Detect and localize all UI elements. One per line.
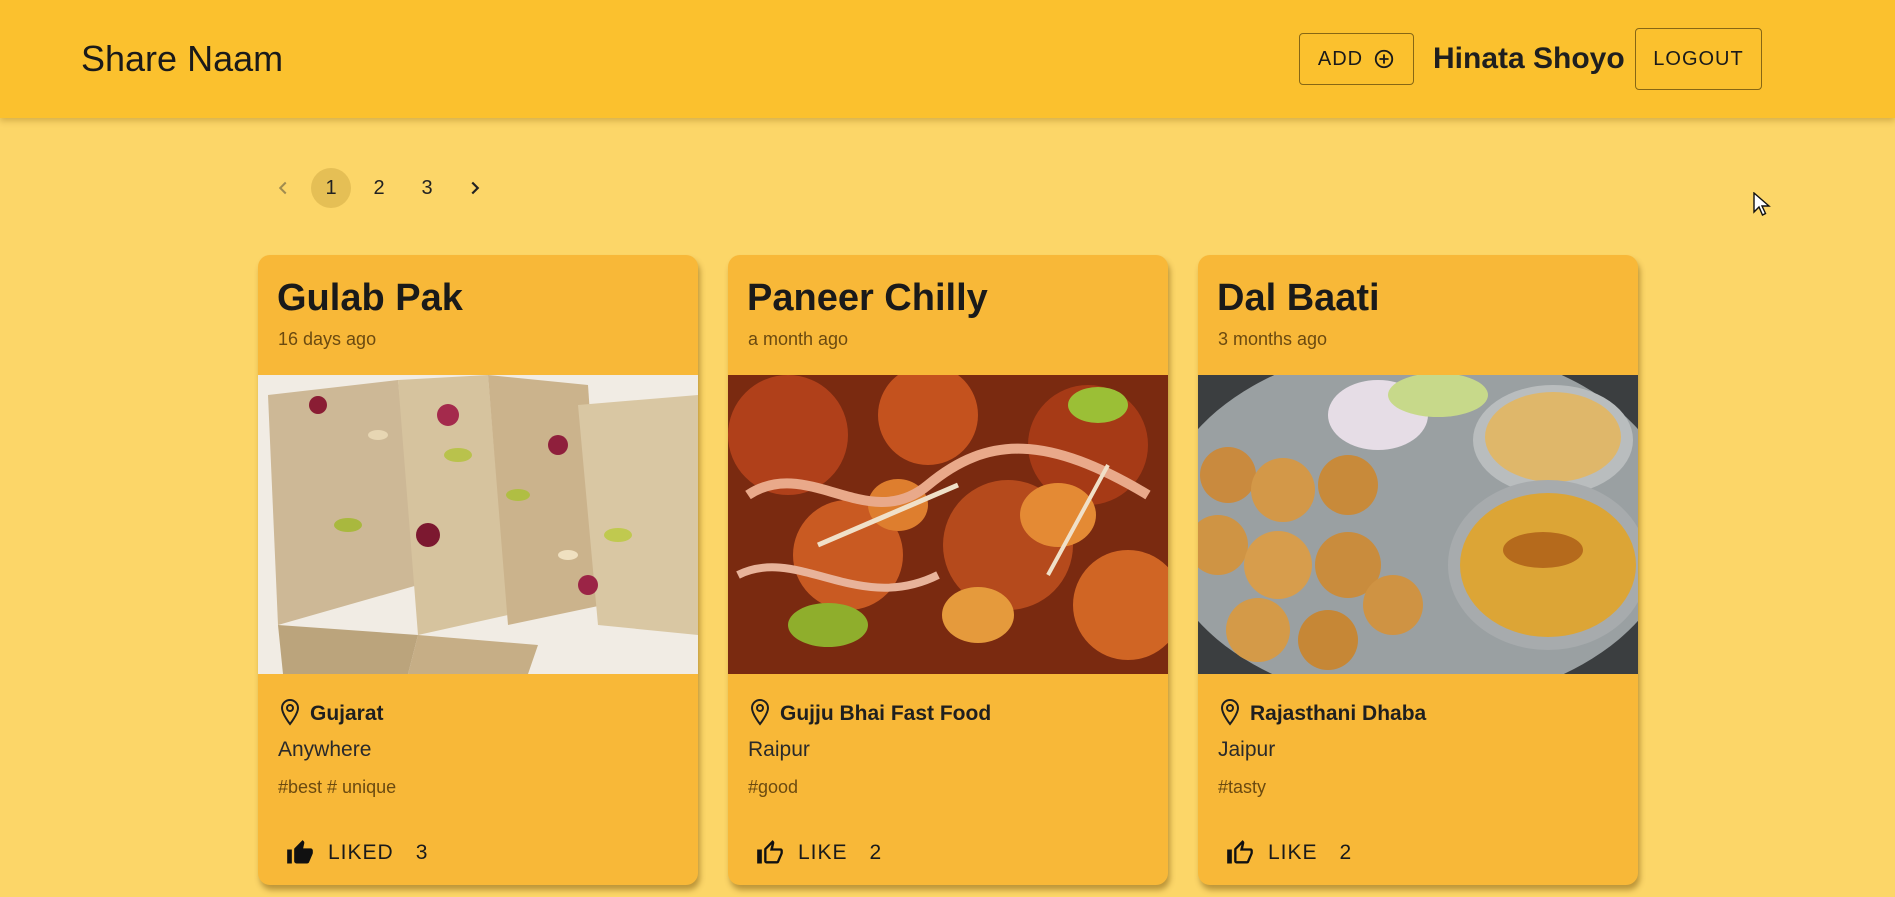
- location-pin-icon: [1220, 698, 1240, 726]
- next-page-button[interactable]: [455, 168, 495, 208]
- thumb-up-filled-icon: [287, 840, 313, 864]
- page-button-3[interactable]: 3: [407, 168, 447, 208]
- mouse-cursor-icon: [1753, 192, 1771, 216]
- place-name: Rajasthani Dhaba: [1250, 702, 1427, 725]
- user-name: Hinata Shoyo: [1433, 42, 1625, 75]
- city-name: Jaipur: [1218, 738, 1276, 761]
- food-image: [728, 375, 1168, 674]
- food-image: [1198, 375, 1638, 674]
- like-count: 3: [415, 841, 429, 864]
- thumb-up-outline-icon: [1227, 840, 1253, 864]
- post-time: 16 days ago: [278, 329, 377, 349]
- like-count: 2: [1339, 841, 1353, 864]
- post-tags: #tasty: [1218, 777, 1267, 797]
- place-name: Gujju Bhai Fast Food: [780, 702, 992, 725]
- location: Gujarat: [278, 698, 384, 726]
- post-time: a month ago: [748, 329, 849, 349]
- like-button[interactable]: LIKED 3: [286, 833, 428, 873]
- app-bar: Share Naam ADD Hinata Shoyo LOGOUT: [0, 0, 1895, 118]
- brand-title[interactable]: Share Naam: [81, 38, 283, 80]
- like-count: 2: [869, 841, 883, 864]
- post-card: Dal Baati 3 months ago Rajasthani Dhaba …: [1198, 255, 1638, 885]
- add-button[interactable]: ADD: [1299, 33, 1414, 85]
- add-button-label: ADD: [1317, 47, 1364, 70]
- chevron-right-icon: [471, 181, 480, 195]
- post-tags: #good: [748, 777, 799, 797]
- location-pin-icon: [750, 698, 770, 726]
- post-time: 3 months ago: [1218, 329, 1328, 349]
- like-button[interactable]: LIKE 2: [756, 833, 882, 873]
- location-pin-icon: [280, 698, 300, 726]
- post-title: Paneer Chilly: [747, 277, 988, 319]
- post-tags: #best # unique: [278, 777, 397, 797]
- thumb-up-outline-icon: [757, 840, 783, 864]
- city-name: Raipur: [748, 738, 810, 761]
- like-label: LIKE: [798, 841, 848, 864]
- page-button-2[interactable]: 2: [359, 168, 399, 208]
- like-label: LIKED: [328, 841, 394, 864]
- pagination: 1 2 3: [263, 168, 495, 208]
- location: Gujju Bhai Fast Food: [748, 698, 991, 726]
- post-card: Paneer Chilly a month ago Gujju Bhai Fas…: [728, 255, 1168, 885]
- location: Rajasthani Dhaba: [1218, 698, 1426, 726]
- post-title: Gulab Pak: [277, 277, 463, 319]
- city-name: Anywhere: [278, 738, 372, 761]
- chevron-left-icon: [278, 181, 287, 195]
- like-label: LIKE: [1268, 841, 1318, 864]
- place-name: Gujarat: [310, 702, 384, 725]
- add-circle-icon: [1374, 49, 1394, 69]
- prev-page-button[interactable]: [263, 168, 303, 208]
- like-button[interactable]: LIKE 2: [1226, 833, 1352, 873]
- post-title: Dal Baati: [1217, 277, 1380, 319]
- post-card: Gulab Pak 16 days ago Gujarat Anywhere #…: [258, 255, 698, 885]
- logout-button[interactable]: LOGOUT: [1635, 28, 1762, 90]
- page-button-1[interactable]: 1: [311, 168, 351, 208]
- food-image: [258, 375, 698, 674]
